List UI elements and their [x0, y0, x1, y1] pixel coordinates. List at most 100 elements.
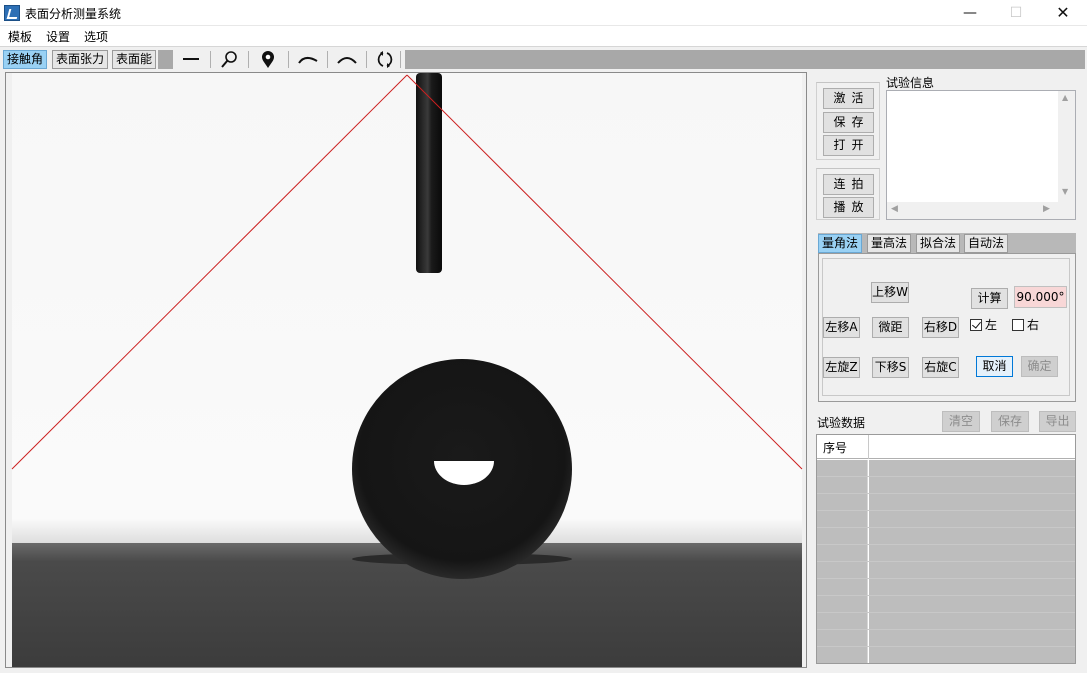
row-index-cell[interactable]: [817, 494, 868, 510]
row-value-cell[interactable]: [869, 477, 1075, 493]
tab-surface-tension[interactable]: 表面张力: [52, 50, 109, 69]
row-value-cell[interactable]: [869, 562, 1075, 578]
image-viewport[interactable]: [5, 72, 807, 668]
table-row[interactable]: [817, 630, 1075, 647]
line-tool-icon[interactable]: [178, 49, 204, 70]
checkbox-unchecked-icon: [1012, 319, 1024, 331]
rotate-left-button[interactable]: 左旋Z: [823, 357, 860, 378]
table-row[interactable]: [817, 596, 1075, 613]
fine-adjust-button[interactable]: 微距: [872, 317, 909, 338]
row-value-cell[interactable]: [869, 647, 1075, 663]
table-row[interactable]: [817, 562, 1075, 579]
method-tab-strip: 量角法 量高法 拟合法 自动法: [818, 233, 1076, 253]
row-index-cell[interactable]: [817, 647, 868, 663]
menu-template[interactable]: 模板: [8, 28, 32, 45]
row-index-cell[interactable]: [817, 613, 868, 629]
save-data-button[interactable]: 保存: [991, 411, 1029, 432]
test-data-label: 试验数据: [817, 416, 866, 430]
test-info-textarea[interactable]: ▲ ▼ ◀ ▶: [886, 90, 1076, 220]
right-checkbox[interactable]: 右: [1012, 316, 1039, 333]
row-index-cell[interactable]: [817, 460, 868, 476]
row-index-cell[interactable]: [817, 630, 868, 646]
export-data-button[interactable]: 导出: [1039, 411, 1076, 432]
tab-height-method[interactable]: 量高法: [867, 234, 912, 253]
table-row[interactable]: [817, 579, 1075, 596]
rotate-right-button[interactable]: 右旋C: [922, 357, 959, 378]
play-button[interactable]: 播放: [823, 197, 874, 218]
menu-settings[interactable]: 设置: [46, 28, 70, 45]
droplet-image: [6, 73, 806, 667]
toolbar: 接触角 表面张力 表面能: [0, 46, 1087, 71]
row-index-cell[interactable]: [817, 545, 868, 561]
row-index-cell[interactable]: [817, 528, 868, 544]
row-index-cell[interactable]: [817, 477, 868, 493]
vertical-scrollbar[interactable]: ▲ ▼: [1058, 91, 1075, 203]
move-down-button[interactable]: 下移S: [872, 357, 909, 378]
table-row[interactable]: [817, 460, 1075, 477]
maximize-button[interactable]: ☐: [993, 0, 1039, 26]
row-value-cell[interactable]: [869, 613, 1075, 629]
scroll-left-icon[interactable]: ◀: [891, 204, 898, 214]
column-divider: [868, 435, 869, 459]
arc-right-icon[interactable]: [333, 49, 359, 70]
scroll-up-icon[interactable]: ▲: [1062, 93, 1068, 102]
table-row[interactable]: [817, 494, 1075, 511]
row-value-cell[interactable]: [869, 545, 1075, 561]
menu-bar: 模板 设置 选项: [0, 26, 1087, 46]
tab-strip-fill: [158, 50, 173, 69]
left-checkbox[interactable]: 左: [970, 316, 997, 333]
row-index-cell[interactable]: [817, 511, 868, 527]
dispensing-needle: [416, 73, 442, 273]
clear-data-button[interactable]: 清空: [942, 411, 980, 432]
tab-auto-method[interactable]: 自动法: [964, 234, 1009, 253]
toolbar-divider: [327, 51, 328, 68]
scroll-right-icon[interactable]: ▶: [1043, 204, 1050, 214]
app-logo-icon: [4, 5, 20, 21]
tab-fit-method[interactable]: 拟合法: [916, 234, 961, 253]
test-info-label: 试验信息: [886, 76, 935, 90]
row-value-cell[interactable]: [869, 460, 1075, 476]
table-row[interactable]: [817, 613, 1075, 630]
activate-button[interactable]: 激活: [823, 88, 874, 109]
move-up-button[interactable]: 上移W: [871, 282, 909, 303]
row-value-cell[interactable]: [869, 511, 1075, 527]
move-right-button[interactable]: 右移D: [922, 317, 959, 338]
horizontal-scrollbar[interactable]: ◀ ▶: [887, 202, 1075, 219]
tab-surface-energy[interactable]: 表面能: [112, 50, 157, 69]
toolbar-divider: [400, 51, 401, 68]
tab-contact-angle[interactable]: 接触角: [3, 50, 48, 69]
refresh-circle-icon[interactable]: [372, 49, 398, 70]
calculate-button[interactable]: 计算: [971, 288, 1008, 309]
open-image-button[interactable]: 打开: [823, 135, 874, 156]
menu-options[interactable]: 选项: [84, 28, 108, 45]
minimize-button[interactable]: —: [947, 0, 993, 26]
tab-angle-method[interactable]: 量角法: [818, 234, 863, 253]
row-value-cell[interactable]: [869, 528, 1075, 544]
table-row[interactable]: [817, 647, 1075, 663]
row-value-cell[interactable]: [869, 596, 1075, 612]
magnifier-icon[interactable]: [216, 49, 242, 70]
table-row[interactable]: [817, 511, 1075, 528]
row-index-cell[interactable]: [817, 596, 868, 612]
burst-capture-button[interactable]: 连拍: [823, 174, 874, 195]
arc-left-icon[interactable]: [294, 49, 320, 70]
cancel-button[interactable]: 取消: [976, 356, 1013, 377]
table-row[interactable]: [817, 545, 1075, 562]
location-pin-icon[interactable]: [255, 49, 281, 70]
save-image-button[interactable]: 保存: [823, 112, 874, 133]
confirm-button: 确定: [1021, 356, 1058, 377]
move-left-button[interactable]: 左移A: [823, 317, 860, 338]
toolbar-divider: [210, 51, 211, 68]
row-value-cell[interactable]: [869, 494, 1075, 510]
row-index-cell[interactable]: [817, 562, 868, 578]
right-checkbox-label: 右: [1027, 318, 1040, 332]
test-data-table[interactable]: 序号: [816, 434, 1076, 664]
row-index-cell[interactable]: [817, 579, 868, 595]
table-header: 序号: [817, 435, 1075, 459]
table-row[interactable]: [817, 528, 1075, 545]
row-value-cell[interactable]: [869, 579, 1075, 595]
row-value-cell[interactable]: [869, 630, 1075, 646]
table-row[interactable]: [817, 477, 1075, 494]
close-button[interactable]: ✕: [1040, 0, 1086, 26]
scroll-down-icon[interactable]: ▼: [1062, 187, 1068, 196]
